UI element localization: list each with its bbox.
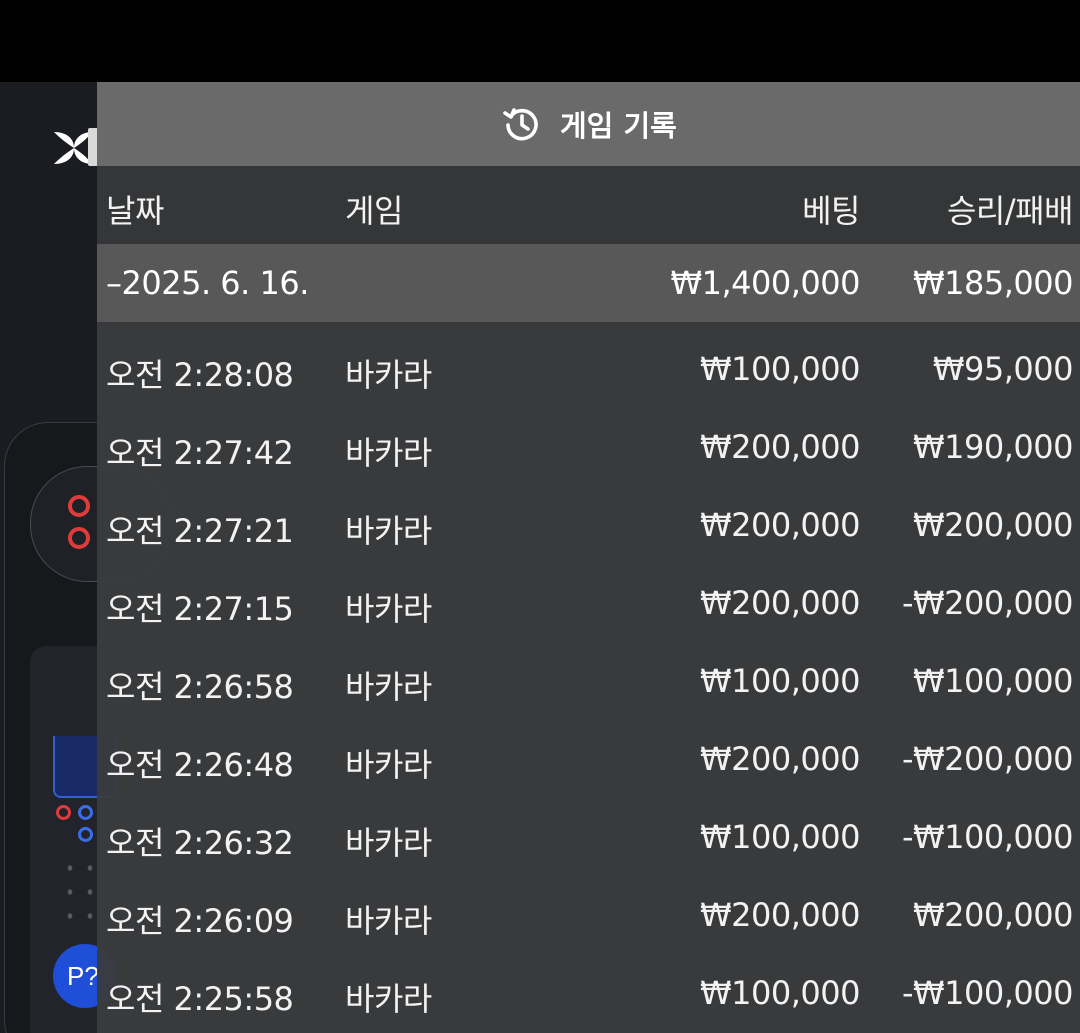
row-time: 오전 2:26:09 (106, 902, 294, 940)
road-dot-icon (56, 805, 71, 820)
row-time: 오전 2:25:58 (106, 980, 294, 1018)
row-game: 바카라 (345, 590, 432, 628)
column-header-result: 승리/패배 (946, 192, 1074, 230)
row-result: ₩200,000 (913, 506, 1073, 544)
table-row[interactable]: 오전 2:26:58 바카라 ₩100,000 ₩100,000 (97, 634, 1080, 712)
row-bet: ₩200,000 (700, 428, 860, 466)
row-bet: ₩100,000 (700, 974, 860, 1012)
date-group-label: –2025. 6. 16. (106, 264, 309, 302)
game-history-panel: 게임 기록 날짜 게임 베팅 승리/패배 –2025. 6. 16. ₩1,40… (97, 82, 1080, 1033)
table-header: 날짜 게임 베팅 승리/패배 (97, 166, 1080, 244)
table-row[interactable]: 오전 2:26:09 바카라 ₩200,000 ₩200,000 (97, 868, 1080, 946)
road-dot-icon (78, 805, 93, 820)
row-bet: ₩100,000 (700, 350, 860, 388)
road-marker-icon (68, 495, 90, 517)
row-game: 바카라 (345, 980, 432, 1018)
row-result: ₩100,000 (913, 662, 1073, 700)
road-marker-icon (68, 527, 90, 549)
row-game: 바카라 (345, 824, 432, 862)
row-result: ₩95,000 (932, 350, 1074, 388)
history-rows: 오전 2:28:08 바카라 ₩100,000 ₩95,000 오전 2:27:… (97, 322, 1080, 1024)
row-bet: ₩100,000 (700, 662, 860, 700)
history-icon (503, 108, 538, 141)
row-time: 오전 2:26:58 (106, 668, 294, 706)
row-game: 바카라 (345, 902, 432, 940)
road-dot-icon (78, 827, 93, 842)
row-bet: ₩200,000 (700, 584, 860, 622)
row-bet: ₩200,000 (700, 896, 860, 934)
row-result: -₩200,000 (901, 584, 1074, 622)
date-group-total-result: ₩185,000 (913, 264, 1073, 302)
row-game: 바카라 (345, 668, 432, 706)
row-game: 바카라 (345, 434, 432, 472)
row-game: 바카라 (345, 512, 432, 550)
row-result: ₩190,000 (913, 428, 1073, 466)
row-result: -₩200,000 (901, 740, 1074, 778)
road-grid (60, 856, 100, 926)
row-time: 오전 2:27:42 (106, 434, 294, 472)
row-result: -₩100,000 (901, 818, 1074, 856)
table-row[interactable]: 오전 2:26:48 바카라 ₩200,000 -₩200,000 (97, 712, 1080, 790)
date-group-row[interactable]: –2025. 6. 16. ₩1,400,000 ₩185,000 (97, 244, 1080, 322)
row-bet: ₩100,000 (700, 818, 860, 856)
column-header-date: 날짜 (106, 192, 164, 230)
table-row[interactable]: 오전 2:27:42 바카라 ₩200,000 ₩190,000 (97, 400, 1080, 478)
screen: P? 게임 기록 날짜 게임 베팅 승리/패배 –2025. 6. 16. ₩1… (0, 0, 1080, 1033)
row-time: 오전 2:28:08 (106, 356, 294, 394)
row-time: 오전 2:27:15 (106, 590, 294, 628)
table-row[interactable]: 오전 2:28:08 바카라 ₩100,000 ₩95,000 (97, 322, 1080, 400)
row-time: 오전 2:27:21 (106, 512, 294, 550)
date-group-total-bet: ₩1,400,000 (670, 264, 861, 302)
panel-title: 게임 기록 (560, 109, 677, 143)
table-row[interactable]: 오전 2:27:21 바카라 ₩200,000 ₩200,000 (97, 478, 1080, 556)
row-time: 오전 2:26:32 (106, 824, 294, 862)
table-row[interactable]: 오전 2:25:58 바카라 ₩100,000 -₩100,000 (97, 946, 1080, 1024)
row-time: 오전 2:26:48 (106, 746, 294, 784)
table-row[interactable]: 오전 2:26:32 바카라 ₩100,000 -₩100,000 (97, 790, 1080, 868)
row-bet: ₩200,000 (700, 506, 860, 544)
column-header-game: 게임 (345, 192, 403, 230)
column-header-bet: 베팅 (802, 192, 860, 230)
panel-header: 게임 기록 (97, 82, 1080, 166)
row-bet: ₩200,000 (700, 740, 860, 778)
row-game: 바카라 (345, 746, 432, 784)
table-row[interactable]: 오전 2:27:15 바카라 ₩200,000 -₩200,000 (97, 556, 1080, 634)
row-game: 바카라 (345, 356, 432, 394)
row-result: ₩200,000 (913, 896, 1073, 934)
row-result: -₩100,000 (901, 974, 1074, 1012)
